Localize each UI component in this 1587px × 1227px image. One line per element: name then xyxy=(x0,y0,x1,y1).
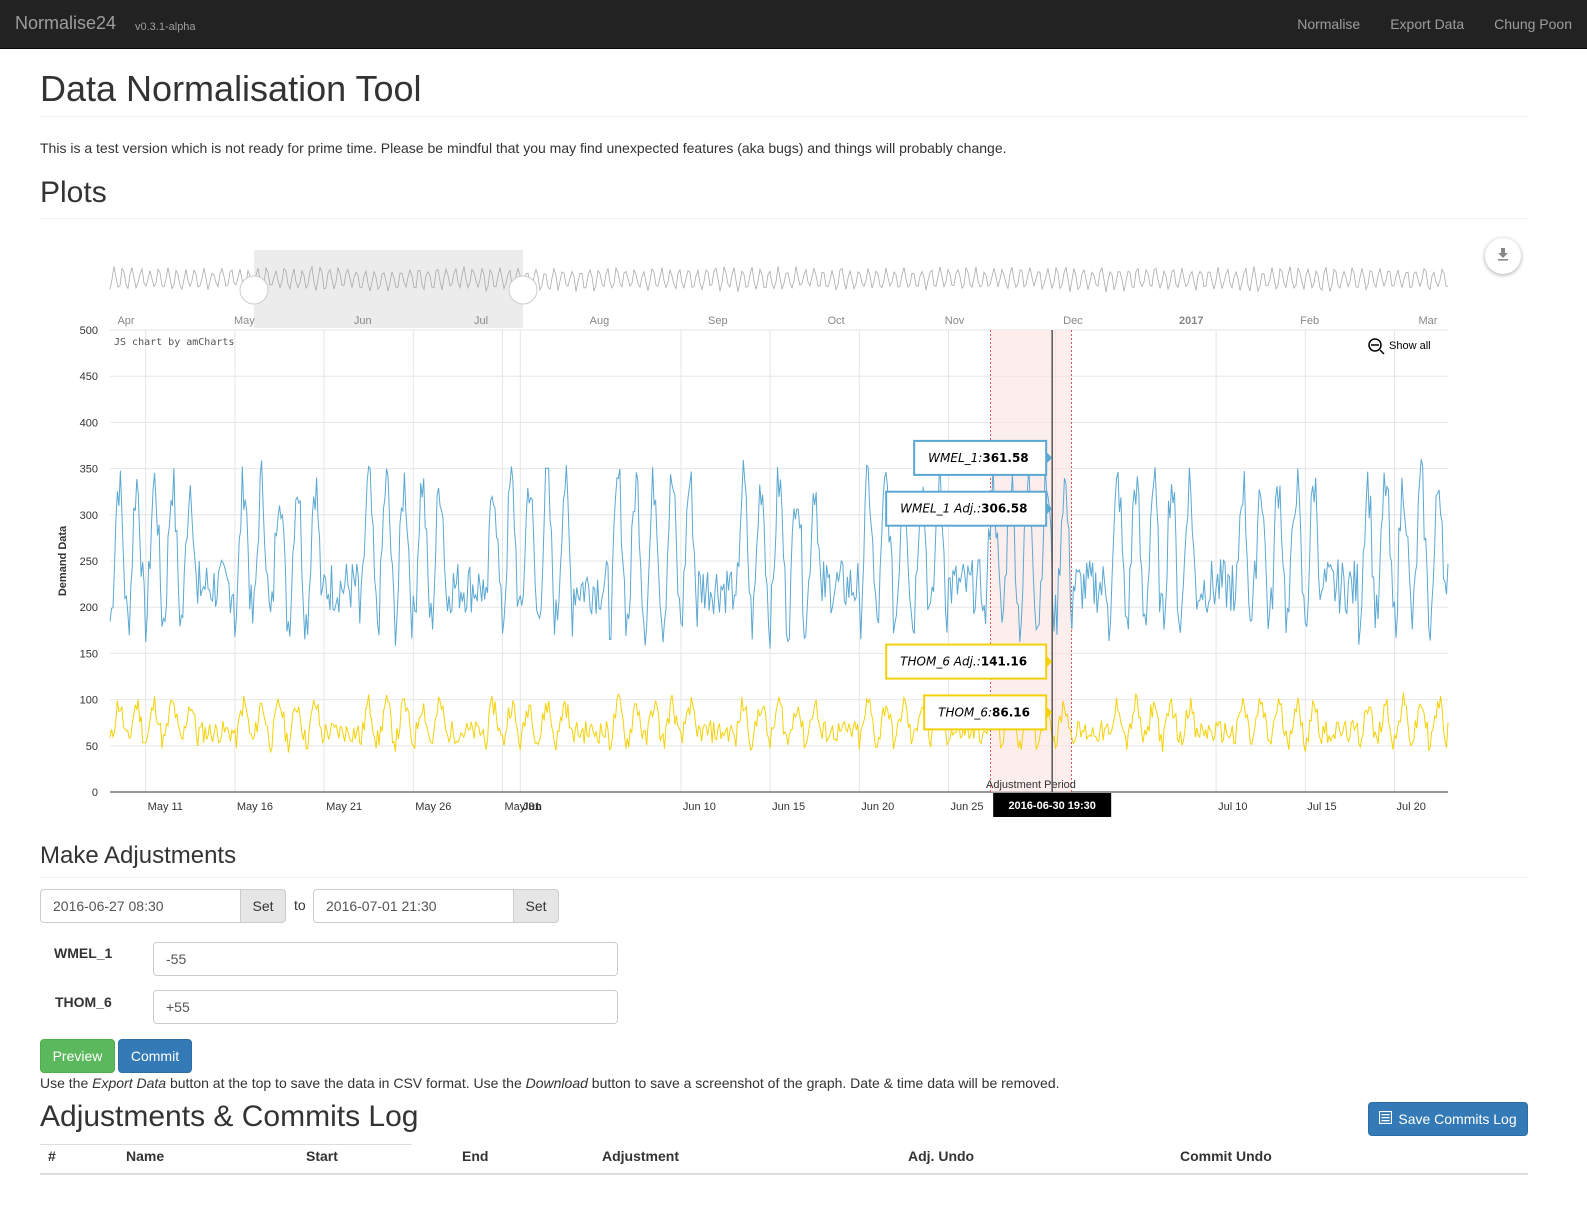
save-commits-log-button[interactable]: Save Commits Log xyxy=(1368,1102,1528,1136)
y-tick-label: 400 xyxy=(80,417,98,429)
save-commits-log-label: Save Commits Log xyxy=(1398,1111,1517,1127)
download-icon xyxy=(1496,247,1510,266)
start-date-group: Set xyxy=(40,889,286,923)
column-header-end: End xyxy=(454,1144,594,1175)
wmel-label: WMEL_1 xyxy=(54,945,113,961)
commits-log-table: # Name Start End Adjustment Adj. Undo Co… xyxy=(40,1144,1528,1175)
plots-heading: Plots xyxy=(40,176,107,209)
adjustment-period-label: Adjustment Period xyxy=(986,779,1076,791)
series-line-thom xyxy=(109,692,1449,754)
scrollbar-handle xyxy=(239,275,269,305)
scrollbar-tick-label: Jun xyxy=(354,315,372,327)
chart-container: 0 50 100 150 200 250 300 350 400 450 500 May 11 May … xyxy=(40,230,1540,830)
x-tick-label: Jul 10 xyxy=(1218,801,1247,813)
nav-normalise[interactable]: Normalise xyxy=(1282,0,1375,49)
x-tick-label: May 26 xyxy=(415,801,451,813)
set-start-button[interactable]: Set xyxy=(240,889,286,923)
end-date-input[interactable] xyxy=(313,889,513,923)
download-button[interactable] xyxy=(1485,238,1521,274)
show-all-link[interactable]: Show all xyxy=(1389,340,1431,352)
cursor-date-label: 2016-06-30 19:30 xyxy=(1008,800,1095,812)
scrollbar-tick-label: Oct xyxy=(828,315,845,327)
y-tick-label: 450 xyxy=(80,371,98,383)
scrollbar-tick-label: May xyxy=(234,315,255,327)
scrollbar-tick-label: Feb xyxy=(1300,315,1319,327)
x-tick-label: Jun 25 xyxy=(950,801,983,813)
help-text-emphasis: Download xyxy=(525,1075,588,1091)
x-tick-label: Jul 15 xyxy=(1307,801,1336,813)
intro-text: This is a test version which is not read… xyxy=(40,140,1007,156)
nav-links: Normalise Export Data Chung Poon xyxy=(1282,0,1587,49)
column-header-start: Start xyxy=(298,1144,454,1175)
end-date-group: Set xyxy=(313,889,559,923)
y-tick-label: 200 xyxy=(80,602,98,614)
x-tick-label: Jun 10 xyxy=(683,801,716,813)
demand-chart[interactable]: 0 50 100 150 200 250 300 350 400 450 500 May 11 May … xyxy=(40,230,1540,830)
scrollbar-tick-label: Sep xyxy=(708,315,728,327)
y-tick-label: 250 xyxy=(80,556,98,568)
start-date-input[interactable] xyxy=(40,889,240,923)
divider xyxy=(40,877,1528,878)
commit-button[interactable]: Commit xyxy=(118,1039,192,1073)
navbar: Normalise24 v0.3.1-alpha Normalise Expor… xyxy=(0,0,1587,49)
version-label: v0.3.1-alpha xyxy=(135,21,196,33)
scrollbar-tick-label: Mar xyxy=(1419,315,1438,327)
y-tick-label: 500 xyxy=(80,325,98,337)
column-header-commit-undo: Commit Undo xyxy=(1172,1144,1528,1175)
thom-adjustment-input[interactable] xyxy=(153,990,618,1024)
help-text-part: Use the xyxy=(40,1075,93,1091)
zoom-out-icon-handle xyxy=(1379,349,1385,355)
column-header-adjustment: Adjustment xyxy=(594,1144,900,1175)
x-tick-label: Jun xyxy=(522,801,542,813)
column-header-adj-undo: Adj. Undo xyxy=(900,1144,1172,1175)
y-tick-label: 0 xyxy=(92,787,98,799)
y-tick-label: 50 xyxy=(86,741,98,753)
help-text-emphasis: Export Data xyxy=(92,1075,167,1091)
help-text-part: button to save a screenshot of the graph… xyxy=(587,1075,1060,1091)
nav-export-data[interactable]: Export Data xyxy=(1375,0,1479,49)
y-tick-label: 150 xyxy=(80,648,98,660)
nav-user[interactable]: Chung Poon xyxy=(1479,0,1587,49)
help-text-part: button at the top to save the data in CS… xyxy=(166,1075,526,1091)
x-tick-label: May 21 xyxy=(326,801,362,813)
y-axis-label: Demand Data xyxy=(57,525,69,596)
thom-label: THOM_6 xyxy=(55,994,112,1010)
y-tick-label: 100 xyxy=(80,695,98,707)
scrollbar-tick-label: Aug xyxy=(590,315,610,327)
tooltip-label: WMEL_1 Adj.:306.58 xyxy=(900,502,1027,516)
scrollbar-tick-label: Nov xyxy=(945,315,965,327)
list-icon xyxy=(1379,1110,1393,1127)
y-tick-label: 350 xyxy=(80,464,98,476)
x-tick-label: Jul 20 xyxy=(1396,801,1425,813)
tooltip-label: THOM_6 Adj.:141.16 xyxy=(900,655,1027,669)
tooltip-label: WMEL_1:361.58 xyxy=(928,451,1028,465)
y-tick-label: 300 xyxy=(80,510,98,522)
preview-button[interactable]: Preview xyxy=(40,1039,115,1073)
wmel-adjustment-input[interactable] xyxy=(153,942,618,976)
scrollbar-tick-label: Jul xyxy=(474,315,488,327)
x-tick-label: May 11 xyxy=(148,801,183,813)
to-label: to xyxy=(294,897,306,913)
divider xyxy=(40,218,1528,219)
x-tick-label: May 16 xyxy=(237,801,273,813)
help-text: Use the Export Data button at the top to… xyxy=(40,1075,1060,1091)
scrollbar-tick-label: 2017 xyxy=(1179,315,1203,327)
adjustments-heading: Make Adjustments xyxy=(40,842,237,869)
column-header-name: Name xyxy=(118,1144,298,1175)
brand-link[interactable]: Normalise24 xyxy=(15,13,116,34)
divider xyxy=(40,116,1528,117)
series-line-wmel xyxy=(109,459,1449,649)
scrollbar-handle xyxy=(508,275,538,305)
scrollbar-tick-label: Apr xyxy=(117,315,134,327)
set-end-button[interactable]: Set xyxy=(513,889,559,923)
chart-credit: JS chart by amCharts xyxy=(114,337,234,348)
log-heading: Adjustments & Commits Log xyxy=(40,1100,419,1133)
x-tick-label: Jun 15 xyxy=(772,801,805,813)
column-header-index: # xyxy=(40,1144,118,1175)
page-title: Data Normalisation Tool xyxy=(40,68,422,109)
table-header-row: # Name Start End Adjustment Adj. Undo Co… xyxy=(40,1144,1528,1175)
tooltip-label: THOM_6:86.16 xyxy=(938,705,1030,719)
scrollbar-tick-label: Dec xyxy=(1063,315,1083,327)
x-tick-label: Jun 20 xyxy=(861,801,894,813)
